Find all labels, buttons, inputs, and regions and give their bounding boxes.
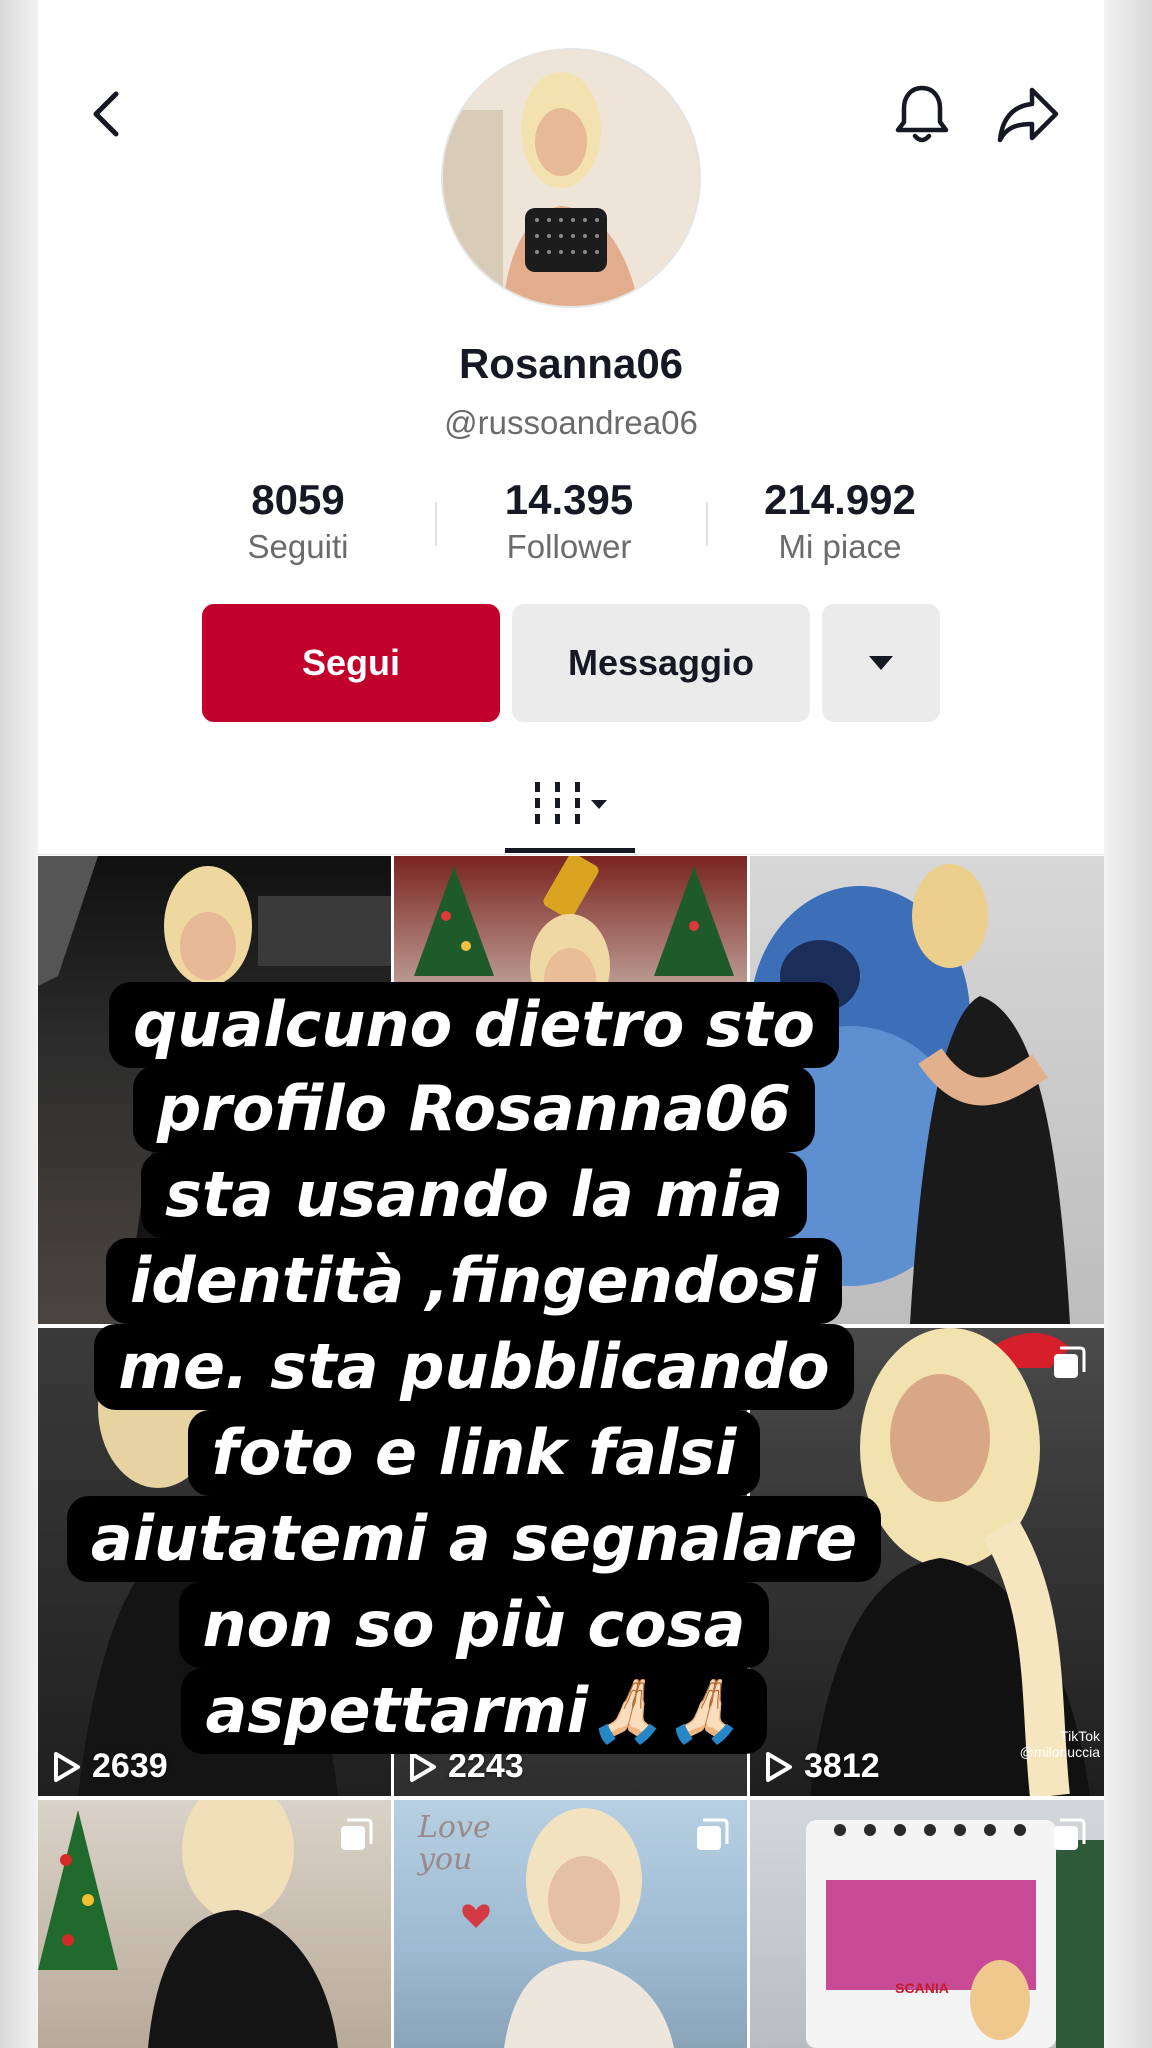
truck-brand-text: SCANIA <box>895 1980 949 1996</box>
love-you-text: Love you <box>418 1810 491 1877</box>
view-count: 2639 <box>52 1747 168 1786</box>
view-count-value: 2639 <box>92 1747 168 1785</box>
notification-bell-button[interactable] <box>888 80 956 148</box>
profile-display-name: Rosanna06 <box>458 340 684 387</box>
multi-photo-icon <box>1052 1818 1086 1857</box>
stat-followers[interactable]: 14.395 Follower <box>439 476 699 566</box>
video-thumbnail[interactable]: Love you <box>394 1800 747 2048</box>
overlay-text-line: identità ,fingendosi <box>106 1238 842 1324</box>
stat-followers-value: 14.395 <box>504 476 634 523</box>
overlay-text-line: qualcuno dietro sto <box>108 982 840 1068</box>
grid-columns-icon <box>535 782 607 824</box>
stat-likes-label: Mi piace <box>778 528 902 565</box>
follow-button[interactable]: Segui <box>202 604 500 722</box>
play-icon <box>766 1751 792 1782</box>
stat-likes[interactable]: 214.992 Mi piace <box>710 476 970 566</box>
message-button[interactable]: Messaggio <box>512 604 810 722</box>
chevron-left-icon <box>93 91 119 137</box>
overlay-text-line: aspettarmi🙏🏻🙏🏻 <box>181 1668 767 1754</box>
tab-videos[interactable] <box>505 760 637 856</box>
overlay-text-line: profilo Rosanna06 <box>132 1066 816 1152</box>
stat-divider <box>435 502 437 546</box>
overlay-text-line: foto e link falsi <box>187 1410 761 1496</box>
share-button[interactable] <box>992 80 1064 148</box>
stat-divider <box>706 502 708 546</box>
multi-photo-icon <box>339 1818 373 1857</box>
play-icon <box>54 1751 80 1782</box>
multi-photo-icon <box>695 1818 729 1857</box>
avatar-photo <box>443 50 699 306</box>
overlay-text-line: aiutatemi a segnalare <box>66 1496 882 1582</box>
divider <box>38 854 1104 855</box>
stat-following-label: Seguiti <box>247 528 349 565</box>
tiktok-watermark-text: TikTok <box>1060 1728 1100 1744</box>
tiktok-watermark: TikTok @milonuccia <box>1020 1728 1100 1760</box>
overlay-text-line: non so più cosa <box>178 1582 770 1668</box>
profile-avatar[interactable] <box>441 48 701 308</box>
video-thumbnail[interactable] <box>38 1800 391 2048</box>
stat-following-value: 8059 <box>251 476 345 523</box>
view-count-value: 3812 <box>804 1747 880 1785</box>
tab-active-indicator <box>505 848 635 853</box>
back-button[interactable] <box>78 84 138 144</box>
multi-photo-icon <box>1052 1346 1086 1385</box>
overlay-text-line: me. sta pubblicando <box>94 1324 854 1410</box>
share-arrow-icon <box>997 87 1059 143</box>
stat-likes-value: 214.992 <box>764 476 916 523</box>
more-options-button[interactable] <box>822 604 940 722</box>
stat-following[interactable]: 8059 Seguiti <box>168 476 428 566</box>
play-icon <box>410 1751 436 1782</box>
profile-screen: Rosanna06 @russoandrea06 8059 Seguiti 14… <box>38 0 1104 2048</box>
bell-icon <box>895 85 949 143</box>
profile-handle: @russoandrea06 <box>444 404 698 441</box>
tiktok-watermark-handle: @milonuccia <box>1019 1744 1100 1760</box>
view-count: 3812 <box>764 1747 880 1786</box>
caret-down-icon <box>869 656 893 670</box>
video-thumbnail[interactable]: SCANIA <box>750 1800 1104 2048</box>
overlay-text-line: sta usando la mia <box>141 1152 807 1238</box>
stat-followers-label: Follower <box>506 528 632 565</box>
